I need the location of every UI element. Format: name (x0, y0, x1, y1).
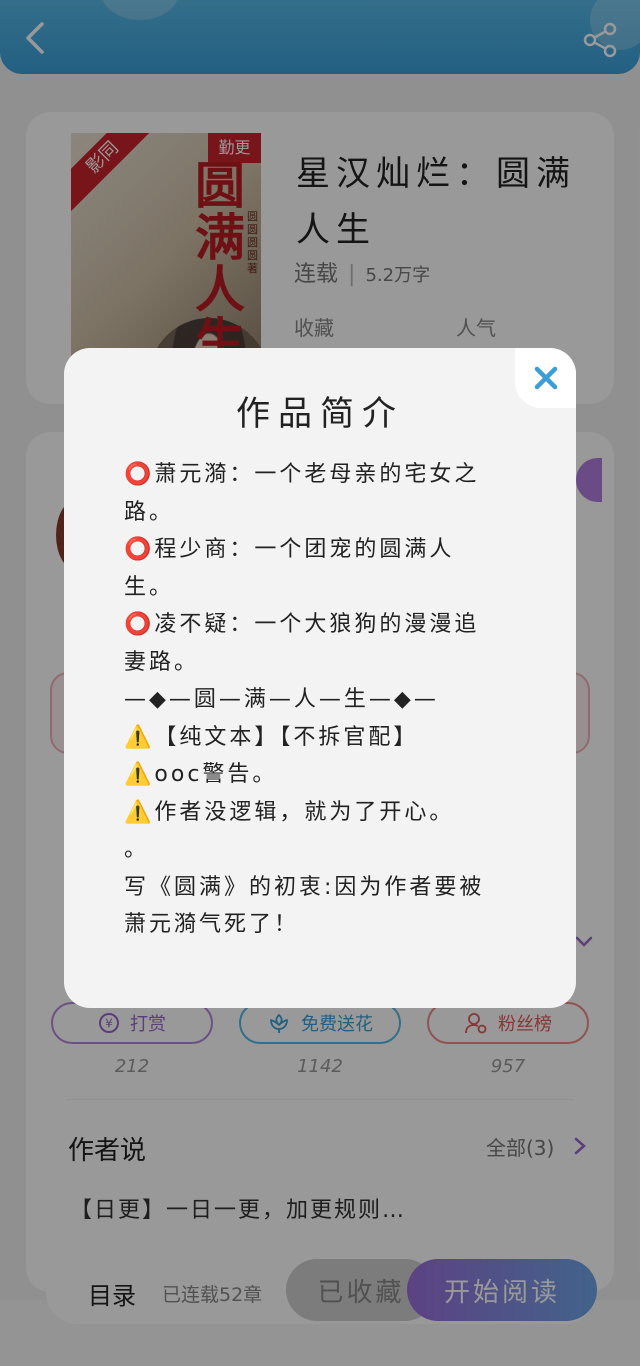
synopsis-line: —◆—圆—满—人—生—◆— (124, 687, 439, 712)
synopsis-line: 路。 (124, 499, 175, 525)
modal-title: 作品简介 (236, 394, 404, 434)
synopsis-line: ⚠️作者没逻辑，就为了开心。 (124, 799, 455, 825)
synopsis-line: ⚠️【纯文本】【不拆官配】 (124, 724, 419, 750)
synopsis-line: 妻路。 (124, 649, 200, 675)
synopsis-line: ⭕程少商：一个团宠的圆满人 (124, 537, 455, 562)
synopsis-line: 萧元漪气死了！ (124, 912, 300, 937)
synopsis-text: ⭕萧元漪：一个老母亲的宅女之 路。 ⭕程少商：一个团宠的圆满人 生。 ⭕凌不疑：… (124, 456, 524, 944)
synopsis-line: ⚠️ooc警告。 (124, 762, 278, 787)
synopsis-line: 生。 (124, 574, 175, 600)
synopsis-line: ⭕萧元漪：一个老母亲的宅女之 (124, 462, 480, 487)
synopsis-line: ⭕凌不疑：一个大狼狗的漫漫追 (124, 612, 480, 637)
synopsis-line: 写《圆满》的初衷:因为作者要被 (124, 874, 485, 900)
synopsis-line: 。 (124, 837, 150, 862)
